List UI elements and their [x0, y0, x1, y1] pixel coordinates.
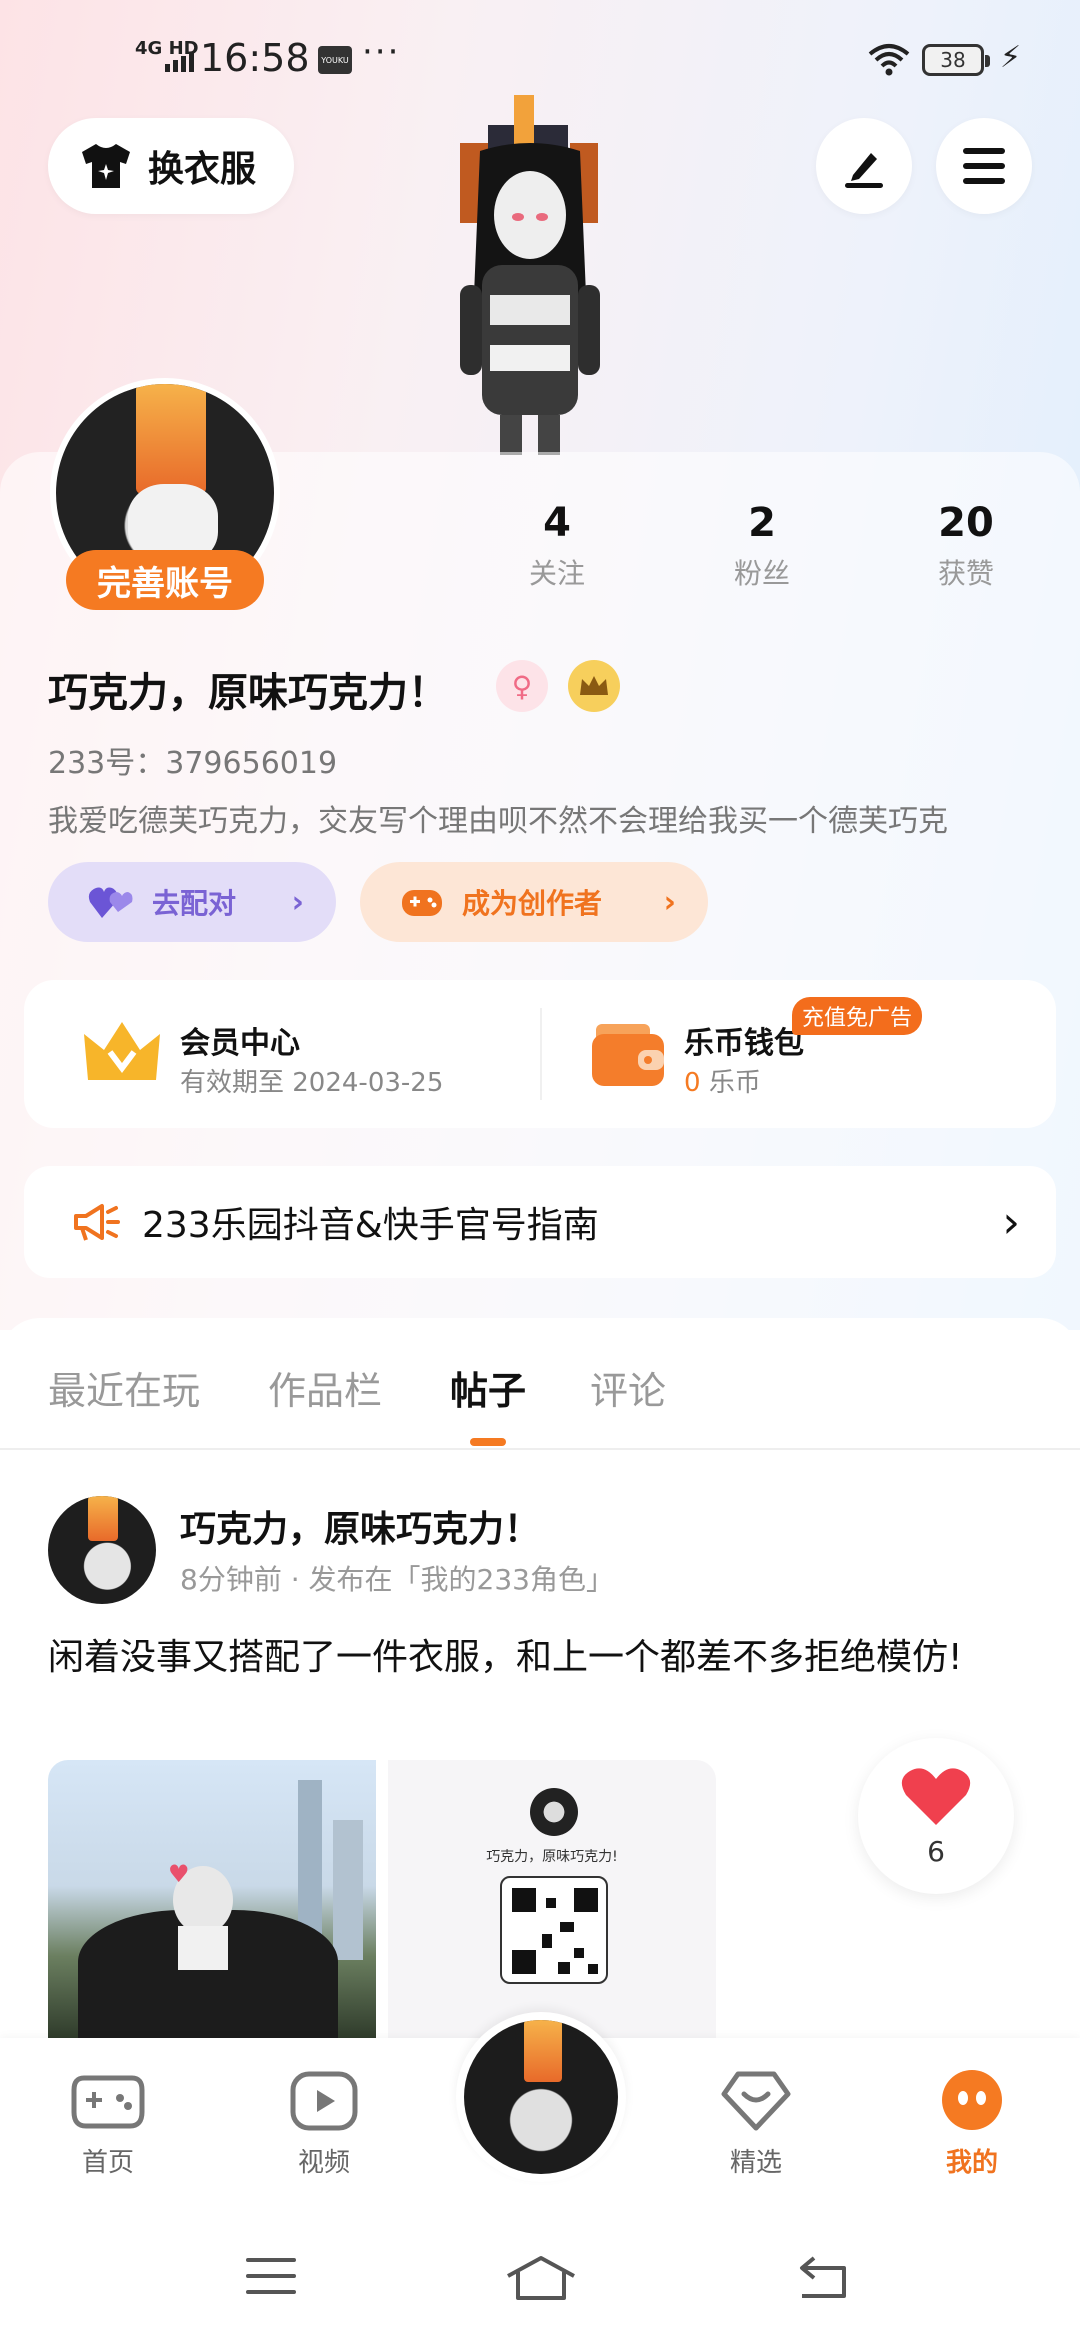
youku-notification-icon: YOUKU [318, 46, 352, 74]
gamepad-icon [71, 2075, 145, 2129]
user-bio: 我爱吃德芙巧克力，交友写个理由呗不然不会理给我买一个德芙巧克 [48, 804, 948, 839]
match-label: 去配对 [152, 887, 237, 920]
nav-label: 我的 [945, 2148, 998, 2178]
qr-code [500, 1876, 608, 1984]
battery-icon: 38 [922, 44, 990, 76]
pen-icon [845, 153, 883, 188]
share-card-caption: 巧克力，原味巧克力! [486, 1849, 618, 1865]
status-time: 16:58 [200, 36, 310, 80]
wallet-title: 乐币钱包 [684, 1026, 804, 1061]
member-center-title: 会员中心 [180, 1026, 300, 1061]
heart-icon [901, 1767, 971, 1825]
back-icon[interactable] [796, 2254, 852, 2300]
wallet-balance: 0 乐币 [684, 1062, 761, 1099]
crown-icon [84, 1022, 160, 1080]
become-creator-button[interactable]: 成为创作者 › [360, 862, 708, 942]
female-gender-icon: ♀ [496, 660, 548, 712]
post-meta: 8分钟前 · 发布在「我的233角色」 [180, 1563, 614, 1596]
stat-label: 获赞 [937, 557, 994, 590]
home-icon[interactable] [504, 2254, 578, 2302]
nav-label: 首页 [81, 2148, 134, 2178]
post-image-1[interactable]: ♥ [48, 1760, 376, 2040]
chevron-right-icon: › [291, 884, 304, 920]
wallet-amount: 0 [684, 1068, 701, 1098]
post-text[interactable]: 闲着没事又搭配了一件衣服，和上一个都差不多拒绝模仿! [48, 1636, 1008, 1680]
tab-works[interactable]: 作品栏 [268, 1360, 382, 1415]
complete-account-badge[interactable]: 完善账号 [66, 550, 264, 610]
video-play-icon [290, 2071, 358, 2131]
username: 巧克力，原味巧克力！ [48, 670, 448, 716]
chevron-right-icon: › [1002, 1196, 1020, 1248]
profile-face-icon [942, 2070, 1002, 2130]
nav-avatar-center[interactable] [456, 2012, 626, 2182]
tab-posts[interactable]: 帖子 [450, 1360, 526, 1415]
nav-label: 精选 [729, 2148, 782, 2178]
user-id: 233号：379656019 [48, 746, 338, 781]
avatar-3d-figure[interactable] [430, 95, 630, 455]
tabs-divider [0, 1448, 1080, 1450]
active-tab-indicator [470, 1438, 506, 1446]
megaphone-icon [74, 1204, 120, 1241]
stat-likes[interactable]: 20 获赞 [906, 500, 1026, 592]
stat-value: 4 [543, 500, 571, 546]
crown-badge-icon[interactable] [568, 660, 620, 712]
tshirt-icon [82, 144, 130, 188]
chevron-right-icon: › [663, 884, 676, 920]
nav-video[interactable]: 视频 [264, 2068, 384, 2179]
like-count: 6 [927, 1834, 945, 1868]
tab-recently-played[interactable]: 最近在玩 [48, 1360, 200, 1415]
more-notifications-icon: ··· [362, 32, 401, 72]
change-outfit-button[interactable]: 换衣服 [48, 118, 294, 214]
notice-text: 233乐园抖音&快手官号指南 [142, 1205, 599, 1246]
heart-diamond-icon [721, 2071, 791, 2131]
match-button[interactable]: 去配对 › [48, 862, 336, 942]
change-outfit-label: 换衣服 [148, 149, 257, 190]
post-author-name[interactable]: 巧克力，原味巧克力！ [180, 1500, 540, 1552]
stat-followers[interactable]: 2 粉丝 [702, 500, 822, 592]
gamepad-icon [402, 890, 442, 916]
post-image-2[interactable]: 巧克力，原味巧克力! [388, 1760, 716, 2040]
recharge-no-ads-tag[interactable]: 充值免广告 [792, 997, 923, 1035]
hamburger-icon [963, 148, 1005, 184]
tab-comments[interactable]: 评论 [590, 1360, 666, 1415]
stat-label: 关注 [528, 557, 585, 590]
charging-icon: ⚡ [1000, 40, 1022, 75]
menu-button[interactable] [936, 118, 1032, 214]
status-bar: 4G HD 16:58 YOUKU ··· 38 ⚡ [0, 30, 1080, 90]
notice-banner[interactable]: 233乐园抖音&快手官号指南 › [24, 1166, 1056, 1278]
nav-label: 视频 [297, 2148, 350, 2178]
stat-label: 粉丝 [733, 557, 790, 590]
nav-home[interactable]: 首页 [48, 2068, 168, 2179]
signal-icon [165, 52, 194, 72]
stat-following[interactable]: 4 关注 [497, 500, 617, 592]
heart-icon: ♥ [168, 1860, 190, 1888]
recent-apps-icon[interactable] [244, 2254, 298, 2298]
stat-value: 2 [748, 500, 776, 546]
edit-profile-button[interactable] [816, 118, 912, 214]
nav-featured[interactable]: 精选 [696, 2068, 816, 2179]
member-valid-until: 有效期至 2024-03-25 [180, 1068, 444, 1098]
post-author-avatar[interactable] [48, 1496, 156, 1604]
wallet-unit: 乐币 [708, 1068, 761, 1098]
wifi-icon [868, 44, 910, 76]
nav-me[interactable]: 我的 [912, 2068, 1032, 2179]
stat-value: 20 [938, 500, 994, 546]
become-creator-label: 成为创作者 [462, 887, 603, 920]
wallet-icon [592, 1024, 664, 1086]
like-button[interactable]: 6 [858, 1738, 1014, 1894]
hearts-icon [88, 887, 133, 918]
